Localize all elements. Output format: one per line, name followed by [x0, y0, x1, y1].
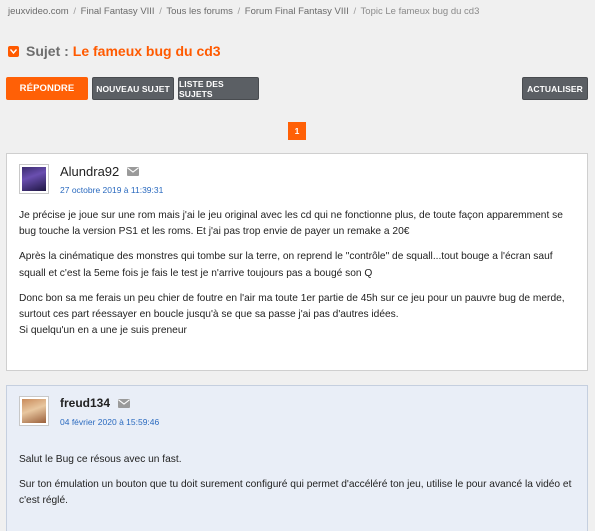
post-body: Salut le Bug ce résous avec un fast. Sur… — [19, 452, 581, 519]
new-topic-button[interactable]: Nouveau sujet — [92, 77, 174, 100]
post-paragraph: Je précise je joue sur une rom mais j'ai… — [19, 210, 563, 238]
subject-prefix: Sujet : — [26, 43, 69, 59]
breadcrumb-item-all-forums[interactable]: Tous les forums — [166, 6, 233, 17]
author-name[interactable]: Alundra92 — [60, 164, 119, 179]
refresh-button[interactable]: Actualiser — [522, 77, 588, 100]
breadcrumb-item-site[interactable]: jeuxvideo.com — [8, 6, 69, 17]
avatar[interactable] — [19, 396, 49, 426]
breadcrumb-item-forum[interactable]: Forum Final Fantasy VIII — [245, 6, 349, 17]
post-author: freud134 — [60, 396, 131, 410]
post-date[interactable]: 27 octobre 2019 à 11:39:31 — [60, 185, 163, 195]
author-name[interactable]: freud134 — [60, 396, 110, 410]
envelope-icon[interactable] — [127, 167, 140, 176]
post-paragraph: Après la cinématique des monstres qui to… — [19, 251, 553, 279]
breadcrumb-separator: / — [159, 6, 162, 17]
page-title: Sujet : Le fameux bug du cd3 — [8, 43, 221, 59]
breadcrumb-item-current: Topic Le fameux bug du cd3 — [360, 6, 480, 17]
post-paragraph: Donc bon sa me ferais un peu chier de fo… — [19, 292, 565, 321]
post-date[interactable]: 04 février 2020 à 15:59:46 — [60, 417, 159, 427]
breadcrumb: jeuxvideo.com / Final Fantasy VIII / Tou… — [8, 6, 479, 17]
avatar-image — [22, 399, 46, 423]
breadcrumb-separator: / — [353, 6, 357, 17]
reply-button[interactable]: Répondre — [6, 77, 88, 100]
forum-post: freud134 04 février 2020 à 15:59:46 Salu… — [6, 385, 588, 531]
post-paragraph: Si quelqu'un en a une je suis preneur — [19, 325, 187, 337]
breadcrumb-separator: / — [237, 6, 241, 17]
avatar-image — [22, 167, 46, 191]
forum-post: Alundra92 27 octobre 2019 à 11:39:31 Je … — [6, 153, 588, 371]
subject-title: Le fameux bug du cd3 — [72, 43, 221, 59]
breadcrumb-item-game[interactable]: Final Fantasy VIII — [81, 6, 155, 17]
post-author: Alundra92 — [60, 164, 140, 179]
pagination-current-page[interactable]: 1 — [288, 122, 306, 140]
avatar[interactable] — [19, 164, 49, 194]
breadcrumb-separator: / — [73, 6, 77, 17]
post-paragraph: Salut le Bug ce résous avec un fast. — [19, 454, 182, 465]
envelope-icon[interactable] — [118, 398, 131, 408]
topic-list-button[interactable]: Liste des sujets — [178, 77, 259, 100]
post-paragraph: Sur ton émulation un bouton que tu doit … — [19, 479, 572, 507]
chevron-down-icon[interactable] — [8, 45, 19, 57]
post-body: Je précise je joue sur une rom mais j'ai… — [19, 208, 581, 348]
